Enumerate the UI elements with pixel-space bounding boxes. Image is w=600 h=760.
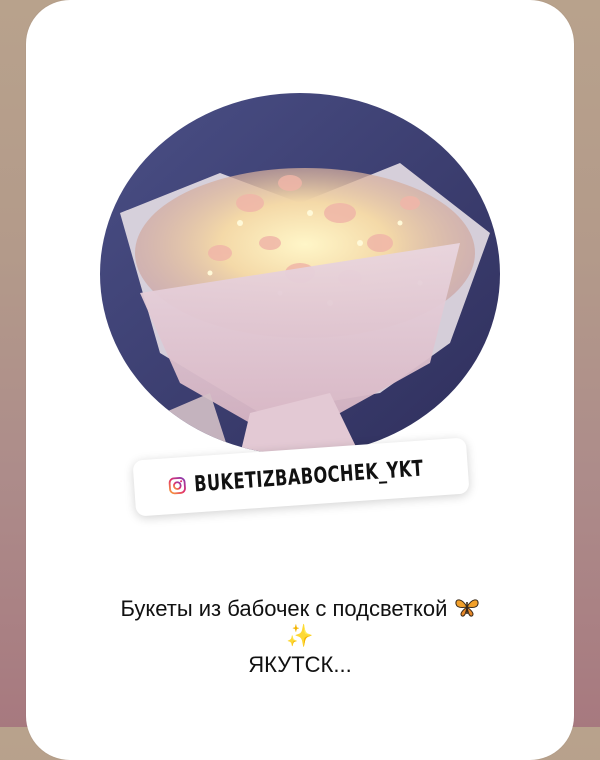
caption-location: ЯКУТСК... [248,652,352,677]
bouquet-photo [100,93,500,455]
caption-line-3: ЯКУТСК... [0,652,600,678]
mention-handle: BUKETIZBABOCHEK_YKT [193,455,425,497]
instagram-icon [168,477,186,495]
sparkles-icon: ✨ [286,623,314,648]
butterfly-icon [454,596,480,624]
profile-avatar[interactable] [100,93,500,455]
caption-line-1: Букеты из бабочек с подсветкой [0,596,600,624]
caption-line-2: ✨ [0,623,600,649]
caption-text: Букеты из бабочек с подсветкой [120,596,448,621]
